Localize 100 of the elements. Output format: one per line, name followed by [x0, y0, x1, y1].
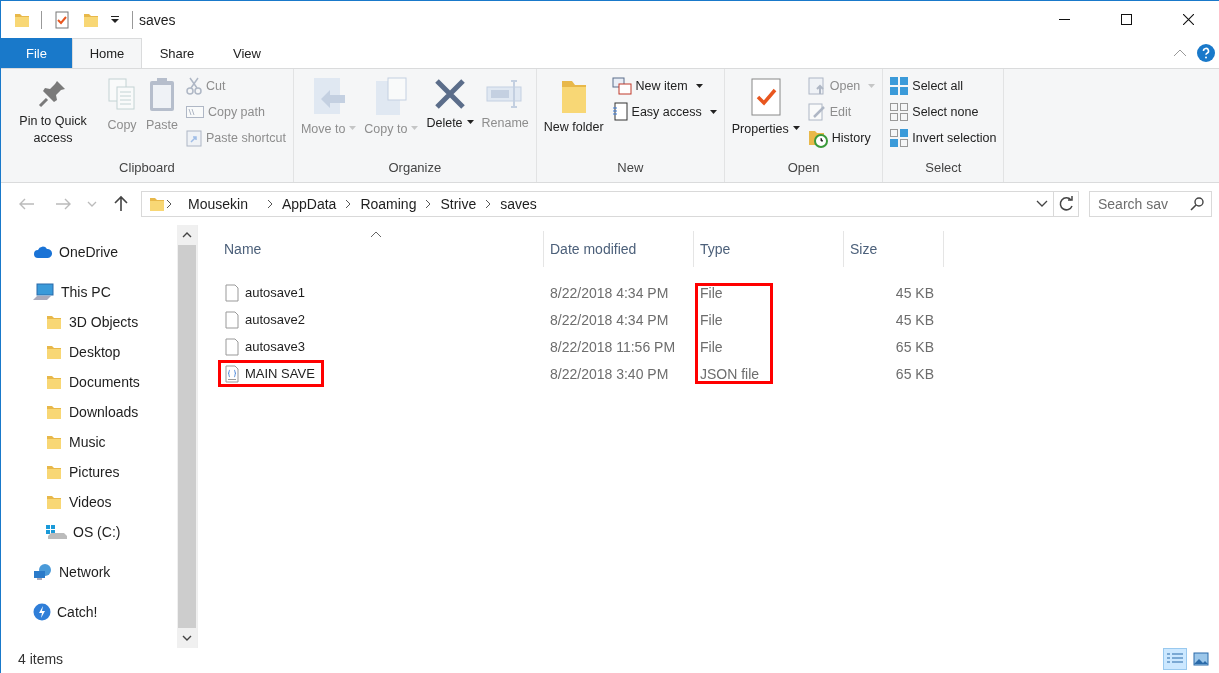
- group-label: Open: [786, 160, 821, 177]
- size-cell-text: 65 KB: [894, 338, 935, 355]
- list-icon: [1167, 652, 1183, 666]
- ribbon-button[interactable]: History: [804, 127, 879, 149]
- nav-item[interactable]: Downloads: [1, 397, 177, 427]
- chevron-icon: [266, 199, 273, 209]
- nav-item[interactable]: Desktop: [1, 337, 177, 367]
- type-cell-text: File: [699, 311, 724, 328]
- folder-icon: [45, 433, 63, 451]
- edit-icon: [807, 103, 826, 121]
- file-name[interactable]: autosave2: [218, 306, 314, 333]
- folder-icon: [45, 493, 63, 511]
- ribbon-button[interactable]: New folder: [540, 75, 607, 160]
- caret-icon: [110, 14, 120, 25]
- ribbon-tab[interactable]: Home: [72, 38, 142, 68]
- ribbon-tab[interactable]: View: [212, 38, 282, 68]
- nav-item[interactable]: OS (C:): [1, 517, 177, 547]
- chevron-icon: [345, 199, 352, 209]
- nav-item[interactable]: Music: [1, 427, 177, 457]
- close-icon: [1182, 14, 1194, 25]
- address-bar[interactable]: Mousekin AppData Roaming Strive saves: [141, 191, 1079, 217]
- file-menu-button[interactable]: File: [1, 38, 72, 68]
- ribbon-tab[interactable]: Share: [142, 38, 212, 68]
- cross-icon: [433, 77, 467, 111]
- grid-icon: [890, 103, 909, 121]
- group-label: New: [616, 160, 645, 177]
- nav-item[interactable]: 3D Objects: [1, 307, 177, 337]
- breadcrumb[interactable]: AppData: [281, 196, 337, 212]
- column-header[interactable]: Type: [694, 231, 844, 267]
- grid-icon: [890, 77, 909, 95]
- breadcrumb[interactable]: Roaming: [360, 196, 417, 212]
- folder-icon: [45, 313, 63, 331]
- size-cell-text: 65 KB: [894, 365, 935, 382]
- window-title: saves: [139, 11, 177, 28]
- nav-item[interactable]: Videos: [1, 487, 177, 517]
- nav-item[interactable]: Network: [1, 557, 177, 587]
- up-arrow-icon: [113, 195, 129, 213]
- column-header[interactable]: Date modified: [544, 231, 694, 267]
- type-cell-text: File: [699, 284, 724, 301]
- refresh-icon: [1058, 195, 1074, 213]
- breadcrumb[interactable]: Strive: [440, 196, 477, 212]
- ribbon-button[interactable]: Delete: [423, 75, 477, 160]
- group-label: Select: [924, 160, 963, 177]
- chevron-icon: [485, 199, 492, 209]
- nav-item[interactable]: Pictures: [1, 457, 177, 487]
- column-header[interactable]: Size: [844, 231, 944, 267]
- computer-icon: [33, 283, 55, 301]
- network-icon: [33, 563, 53, 581]
- file-icon: [225, 310, 239, 329]
- ribbon-button[interactable]: Easy access: [608, 101, 720, 123]
- properties-icon: [54, 10, 70, 29]
- copy-icon: [106, 77, 138, 113]
- image-icon: [1193, 652, 1209, 666]
- help-icon: [1197, 44, 1215, 62]
- ribbon-button[interactable]: Select none: [887, 101, 1000, 123]
- properties-icon: [749, 77, 782, 117]
- nav-item[interactable]: OneDrive: [1, 237, 177, 267]
- cloud-icon: [33, 245, 53, 259]
- breadcrumb[interactable]: saves: [500, 196, 537, 212]
- folder-icon: [45, 343, 63, 361]
- size-cell-text: 45 KB: [894, 311, 935, 328]
- path-icon: [185, 105, 204, 119]
- lightning-icon: [33, 603, 51, 621]
- breadcrumb[interactable]: Mousekin: [188, 196, 248, 212]
- new-item-icon: [611, 77, 632, 95]
- shortcut-icon: [185, 129, 202, 147]
- chevron-down-icon[interactable]: [182, 635, 192, 641]
- date-cell-text: 8/22/2018 4:34 PM: [549, 311, 670, 328]
- nav-item[interactable]: This PC: [1, 277, 177, 307]
- collapse-icon: [1173, 48, 1187, 58]
- back-arrow-icon: [18, 197, 36, 211]
- json-file-icon: [225, 364, 239, 383]
- file-name[interactable]: autosave3: [218, 333, 314, 360]
- drive-icon: [45, 524, 67, 540]
- ribbon-button[interactable]: Invert selection: [887, 127, 1000, 149]
- folder-icon: [45, 373, 63, 391]
- folder-icon: [45, 463, 63, 481]
- item-count: 4 items: [18, 651, 64, 667]
- date-cell-text: 8/22/2018 11:56 PM: [549, 338, 677, 355]
- nav-item[interactable]: Documents: [1, 367, 177, 397]
- scrollbar[interactable]: [177, 225, 197, 648]
- chevron-down-icon: [1036, 200, 1048, 208]
- chevron-up-icon[interactable]: [182, 232, 192, 238]
- file-name[interactable]: autosave1: [218, 279, 314, 306]
- page-icon: [611, 102, 628, 122]
- column-header[interactable]: Name: [218, 231, 544, 267]
- file-icon: [225, 283, 239, 302]
- move-icon: [311, 77, 346, 117]
- ribbon-button[interactable]: Pin to Quick access: [5, 75, 101, 160]
- history-icon: [807, 128, 828, 148]
- chevron-down-icon: [87, 201, 97, 207]
- nav-item[interactable]: Catch!: [1, 597, 177, 627]
- grid-icon: [890, 129, 909, 147]
- ribbon-button[interactable]: Properties: [728, 75, 803, 160]
- file-name[interactable]: MAIN SAVE: [218, 360, 324, 387]
- open-icon: [807, 77, 826, 95]
- clipboard-icon: [147, 77, 177, 113]
- search-field[interactable]: Search sav: [1089, 191, 1212, 217]
- ribbon-button[interactable]: New item: [608, 75, 720, 97]
- ribbon-button[interactable]: Select all: [887, 75, 1000, 97]
